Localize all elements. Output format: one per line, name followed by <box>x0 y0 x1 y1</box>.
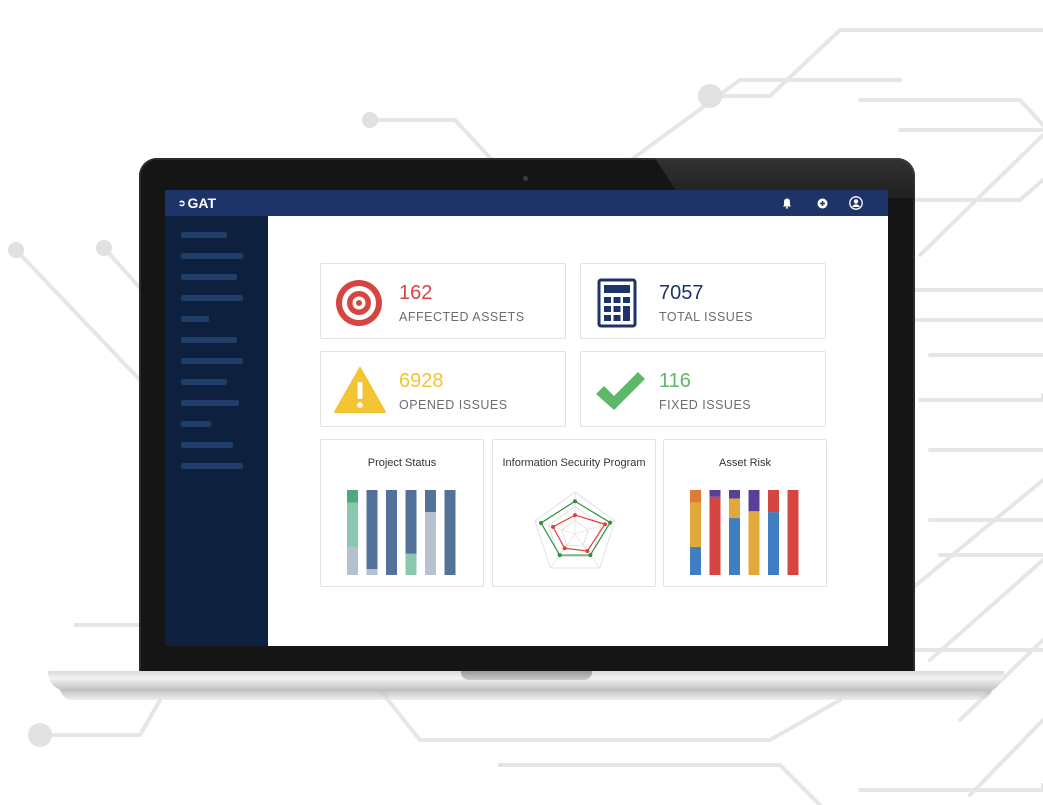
bar-segment <box>690 502 701 547</box>
target-icon <box>336 280 382 326</box>
kpi-card-opened-issues[interactable]: 6928 OPENED ISSUES <box>320 351 566 427</box>
chart-card-asset-risk[interactable]: Asset Risk <box>663 439 827 587</box>
bar-segment <box>347 490 358 503</box>
sidebar-item[interactable] <box>181 274 237 280</box>
bar-segment <box>347 502 358 547</box>
radar-point <box>551 524 556 529</box>
chart-card-info-security[interactable]: Information Security Program <box>492 439 656 587</box>
bar-segment <box>386 490 397 575</box>
user-icon[interactable] <box>849 196 863 210</box>
sidebar-item[interactable] <box>181 421 211 427</box>
bar-segment <box>709 490 721 497</box>
bar-segment <box>347 546 358 575</box>
checkmark-icon <box>596 372 645 410</box>
kpi-card-total-issues[interactable]: 7057 TOTAL ISSUES <box>580 263 826 339</box>
laptop-screen: ➲ GAT 162 AFFECTED ASSETS 7057 TOTAL ISS… <box>165 190 888 646</box>
sidebar-item[interactable] <box>181 400 239 406</box>
bar-segment <box>690 546 701 575</box>
bar-segment <box>709 496 721 575</box>
bar-segment <box>768 490 779 513</box>
radar-point <box>573 513 577 518</box>
bar-segment <box>366 569 378 575</box>
bar-segment <box>366 490 378 570</box>
bar-segment <box>729 498 740 519</box>
radar-point <box>539 520 544 525</box>
camera <box>523 176 528 181</box>
sidebar-item[interactable] <box>181 358 243 364</box>
radar-point <box>588 553 593 558</box>
sidebar <box>165 216 268 646</box>
bar-segment <box>405 490 417 554</box>
radar-point <box>573 499 577 504</box>
bar-segment <box>425 512 436 575</box>
top-bar: ➲ GAT <box>165 190 888 216</box>
radar-point <box>562 546 567 551</box>
kpi-label: AFFECTED ASSETS <box>399 310 525 324</box>
radar-point <box>557 553 562 558</box>
radar-point <box>602 522 607 527</box>
radar-axis <box>549 533 576 569</box>
bar-segment <box>748 490 760 512</box>
dashboard-content: 162 AFFECTED ASSETS 7057 TOTAL ISSUES 69… <box>268 216 888 646</box>
plus-circle-icon[interactable] <box>815 196 829 210</box>
bell-icon[interactable] <box>780 196 794 210</box>
kpi-label: TOTAL ISSUES <box>659 310 753 324</box>
chart-card-project-status[interactable]: Project Status <box>320 439 484 587</box>
info-security-radar-chart <box>534 491 616 569</box>
kpi-value: 7057 <box>659 282 704 304</box>
bar-segment <box>690 490 701 503</box>
asset-risk-chart <box>690 490 799 575</box>
kpi-card-affected-assets[interactable]: 162 AFFECTED ASSETS <box>320 263 566 339</box>
warning-icon <box>334 367 386 413</box>
sidebar-item[interactable] <box>181 316 209 322</box>
brand-name: GAT <box>187 195 217 211</box>
bar-segment <box>405 553 417 575</box>
bar-segment <box>425 490 436 513</box>
bar-segment <box>787 490 799 575</box>
bar-segment <box>729 518 740 575</box>
kpi-card-fixed-issues[interactable]: 116 FIXED ISSUES <box>580 351 826 427</box>
bar-segment <box>768 512 779 575</box>
bar-segment <box>444 490 456 575</box>
sidebar-item[interactable] <box>181 337 237 343</box>
sidebar-item[interactable] <box>181 442 233 448</box>
sidebar-item[interactable] <box>181 379 227 385</box>
sidebar-item[interactable] <box>181 295 243 301</box>
laptop-notch <box>461 671 592 680</box>
radar-point <box>608 520 613 525</box>
sidebar-item[interactable] <box>181 253 243 259</box>
sidebar-item[interactable] <box>181 463 243 469</box>
kpi-value: 6928 <box>399 370 444 392</box>
kpi-value: 162 <box>399 282 433 304</box>
kpi-label: OPENED ISSUES <box>399 398 508 412</box>
project-status-chart <box>347 490 456 575</box>
bar-segment <box>729 490 740 499</box>
bar-segment <box>748 511 760 575</box>
kpi-value: 116 <box>659 370 691 392</box>
kpi-label: FIXED ISSUES <box>659 398 752 412</box>
logo-icon: ➲ <box>178 197 186 208</box>
calculator-icon <box>597 278 637 328</box>
app-logo[interactable]: ➲ GAT <box>178 195 216 211</box>
sidebar-item[interactable] <box>181 232 227 238</box>
radar-point <box>585 548 590 553</box>
